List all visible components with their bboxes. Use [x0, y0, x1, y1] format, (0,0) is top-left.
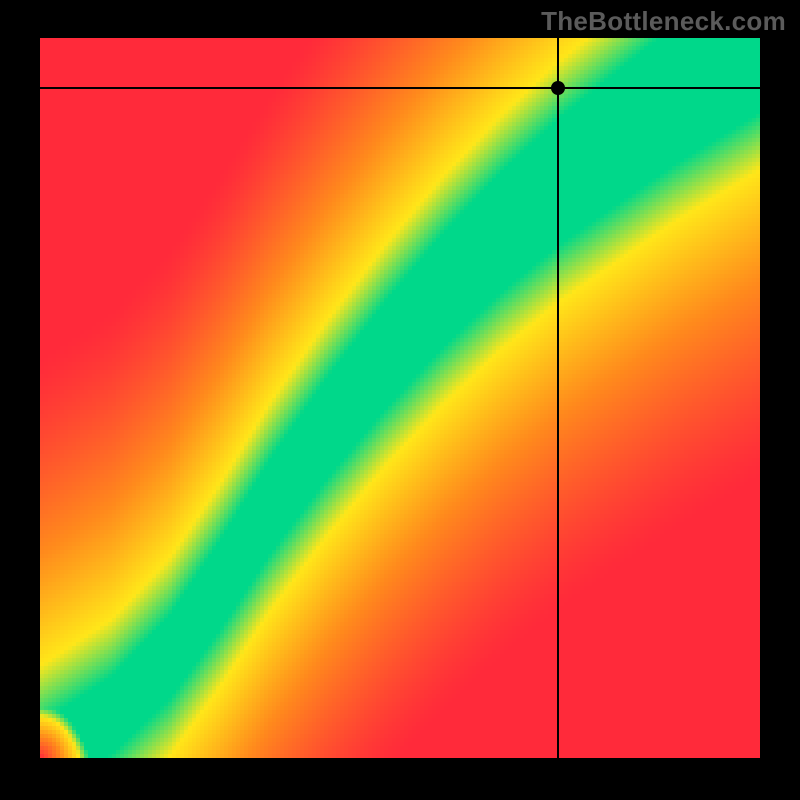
- selected-point-marker: [551, 81, 565, 95]
- heatmap-canvas: [40, 38, 760, 758]
- plot-area: [40, 38, 760, 758]
- chart-container: TheBottleneck.com: [0, 0, 800, 800]
- watermark-text: TheBottleneck.com: [541, 6, 786, 37]
- crosshair-vertical: [557, 38, 559, 758]
- crosshair-horizontal: [40, 87, 760, 89]
